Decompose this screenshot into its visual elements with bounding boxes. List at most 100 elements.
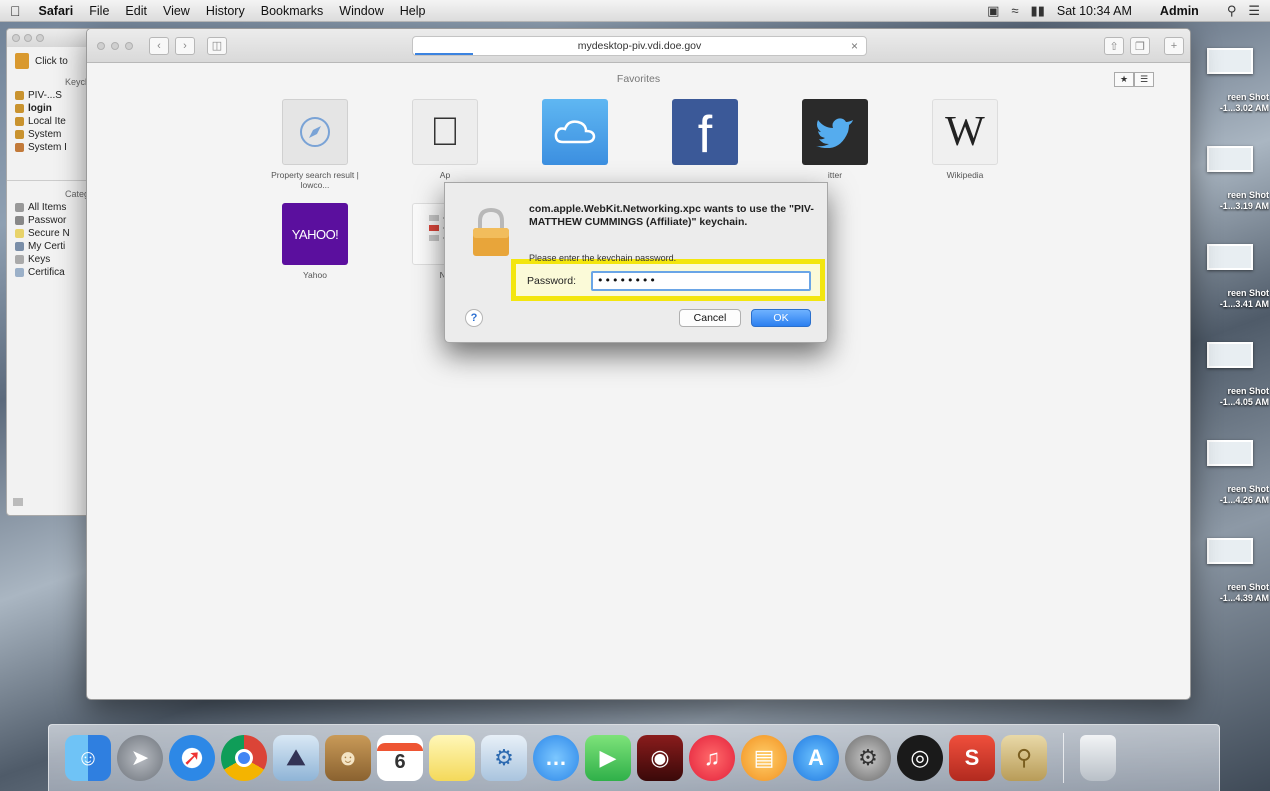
favorite-facebook[interactable]: f xyxy=(660,99,750,170)
display-icon[interactable]: ▣ xyxy=(987,3,999,19)
keychain-password-dialog: com.apple.WebKit.Networking.xpc wants to… xyxy=(444,182,828,343)
calendar-icon[interactable]: 6 xyxy=(377,735,423,781)
lock-icon xyxy=(15,104,24,113)
certificate-icon xyxy=(15,242,24,251)
menu-user[interactable]: Admin xyxy=(1160,4,1199,18)
file-name-sub: -1...4.26 AM xyxy=(1219,495,1269,505)
close-icon[interactable] xyxy=(12,34,20,42)
forward-button[interactable]: › xyxy=(175,36,195,55)
tabs-button[interactable]: ❐ xyxy=(1130,37,1150,55)
zoom-icon[interactable] xyxy=(36,34,44,42)
desktop-file[interactable]: reen Shot -1...3.19 AM xyxy=(1190,138,1270,236)
list-view-icon[interactable]: ☰ xyxy=(1134,72,1154,87)
dock: ☺ ➤ ➚ ⛰ ☻ 6 ⚙ … ▶ ◉ ♫ ▤ A ⚙ ◎ S ⚲ xyxy=(48,724,1220,791)
page-load-progress xyxy=(415,53,473,55)
back-button[interactable]: ‹ xyxy=(149,36,169,55)
help-button[interactable]: ? xyxy=(465,309,483,327)
menu-window[interactable]: Window xyxy=(339,4,383,18)
apple-logo-icon:  xyxy=(412,99,478,165)
favorites-view-icon[interactable]: ★ xyxy=(1114,72,1134,87)
launchpad-icon[interactable]: ➤ xyxy=(117,735,163,781)
appstore-icon[interactable]: A xyxy=(793,735,839,781)
desktop-file[interactable]: reen Shot -1...4.05 AM xyxy=(1190,334,1270,432)
menu-file[interactable]: File xyxy=(89,4,109,18)
info-icon[interactable] xyxy=(13,495,23,509)
safari-icon[interactable]: ➚ xyxy=(169,735,215,781)
stop-loading-icon[interactable]: × xyxy=(851,39,858,53)
preview-icon[interactable]: ⛰ xyxy=(273,735,319,781)
chrome-icon[interactable] xyxy=(221,735,267,781)
menu-history[interactable]: History xyxy=(206,4,245,18)
keychain-item-label: login xyxy=(28,103,52,114)
desktop-file[interactable]: reen Shot -1...3.02 AM xyxy=(1190,40,1270,138)
category-label: Secure N xyxy=(28,228,70,239)
lock-icon xyxy=(15,117,24,126)
note-icon xyxy=(15,229,24,238)
file-name: reen Shot xyxy=(1227,484,1269,494)
file-thumbnail xyxy=(1207,146,1253,172)
favorite-label: Yahoo xyxy=(303,270,327,280)
zoom-icon[interactable] xyxy=(125,41,133,50)
file-name: reen Shot xyxy=(1227,386,1269,396)
ok-button[interactable]: OK xyxy=(751,309,811,327)
share-button[interactable]: ⇧ xyxy=(1104,37,1124,55)
menu-bookmarks[interactable]: Bookmarks xyxy=(261,4,324,18)
favorite-yahoo[interactable]: YAHOO! Yahoo xyxy=(270,203,360,280)
finder-icon[interactable]: ☺ xyxy=(65,735,111,781)
menu-clock[interactable]: Sat 10:34 AM xyxy=(1057,4,1132,18)
messages-icon[interactable]: … xyxy=(533,735,579,781)
citrix-icon[interactable]: S xyxy=(949,735,995,781)
file-thumbnail xyxy=(1207,48,1253,74)
favorite-label: Ap xyxy=(439,170,451,180)
facebook-logo-text: f xyxy=(697,106,713,164)
apple-menu-icon[interactable]:  xyxy=(10,3,21,19)
cancel-button[interactable]: Cancel xyxy=(679,309,741,327)
file-name-sub: -1...3.19 AM xyxy=(1219,201,1269,211)
system-prefs-icon[interactable]: ⚙ xyxy=(845,735,891,781)
password-field[interactable]: •••••••• xyxy=(591,271,811,291)
desktop-file[interactable]: reen Shot -1...4.39 AM xyxy=(1190,530,1270,628)
favorite-wikipedia[interactable]: W Wikipedia xyxy=(920,99,1010,180)
itunes-icon[interactable]: ♫ xyxy=(689,735,735,781)
favorite-apple[interactable]:  Ap xyxy=(400,99,490,180)
facetime-icon[interactable]: ▶ xyxy=(585,735,631,781)
audio-icon[interactable]: ◎ xyxy=(897,735,943,781)
desktop-file[interactable]: reen Shot -1...4.26 AM xyxy=(1190,432,1270,530)
category-label: All Items xyxy=(28,202,67,213)
favorite-twitter[interactable]: itter xyxy=(790,99,880,180)
password-label: Password: xyxy=(527,275,577,287)
file-thumbnail xyxy=(1207,342,1253,368)
minimize-icon[interactable] xyxy=(111,41,119,50)
photobooth-icon[interactable]: ◉ xyxy=(637,735,683,781)
wifi-icon[interactable]: ≈ xyxy=(1011,3,1018,18)
minimize-icon[interactable] xyxy=(24,34,32,42)
menu-help[interactable]: Help xyxy=(400,4,426,18)
contacts-icon[interactable]: ☻ xyxy=(325,735,371,781)
menu-app-safari[interactable]: Safari xyxy=(39,4,74,18)
new-tab-button[interactable]: + xyxy=(1164,37,1184,55)
ibooks-icon[interactable]: ▤ xyxy=(741,735,787,781)
category-label: Passwor xyxy=(28,215,67,226)
photo-icon[interactable]: ⚙ xyxy=(481,735,527,781)
facebook-icon: f xyxy=(672,99,738,165)
file-name-sub: -1...4.39 AM xyxy=(1219,593,1269,603)
notification-center-icon[interactable]: ☰ xyxy=(1248,3,1260,19)
lock-icon xyxy=(15,91,24,100)
favorite-property-search[interactable]: Property search result | lowco... xyxy=(270,99,360,190)
file-name-sub: -1...4.05 AM xyxy=(1219,397,1269,407)
favorite-icloud[interactable] xyxy=(530,99,620,170)
menu-view[interactable]: View xyxy=(163,4,190,18)
sidebar-toggle-button[interactable]: ◫ xyxy=(207,36,227,55)
keychain-icon[interactable]: ⚲ xyxy=(1001,735,1047,781)
desktop-file[interactable]: reen Shot -1...3.41 AM xyxy=(1190,236,1270,334)
menu-edit[interactable]: Edit xyxy=(125,4,147,18)
address-bar[interactable]: mydesktop-piv.vdi.doe.gov × xyxy=(412,36,867,56)
lock-icon xyxy=(15,130,24,139)
spotlight-icon[interactable]: ⚲ xyxy=(1227,3,1237,19)
battery-icon[interactable]: ▮▮ xyxy=(1031,3,1045,19)
trash-icon[interactable] xyxy=(1080,735,1116,781)
close-icon[interactable] xyxy=(97,41,105,50)
category-label: My Certi xyxy=(28,241,66,252)
category-label: Certifica xyxy=(28,267,65,278)
notes-icon[interactable] xyxy=(429,735,475,781)
